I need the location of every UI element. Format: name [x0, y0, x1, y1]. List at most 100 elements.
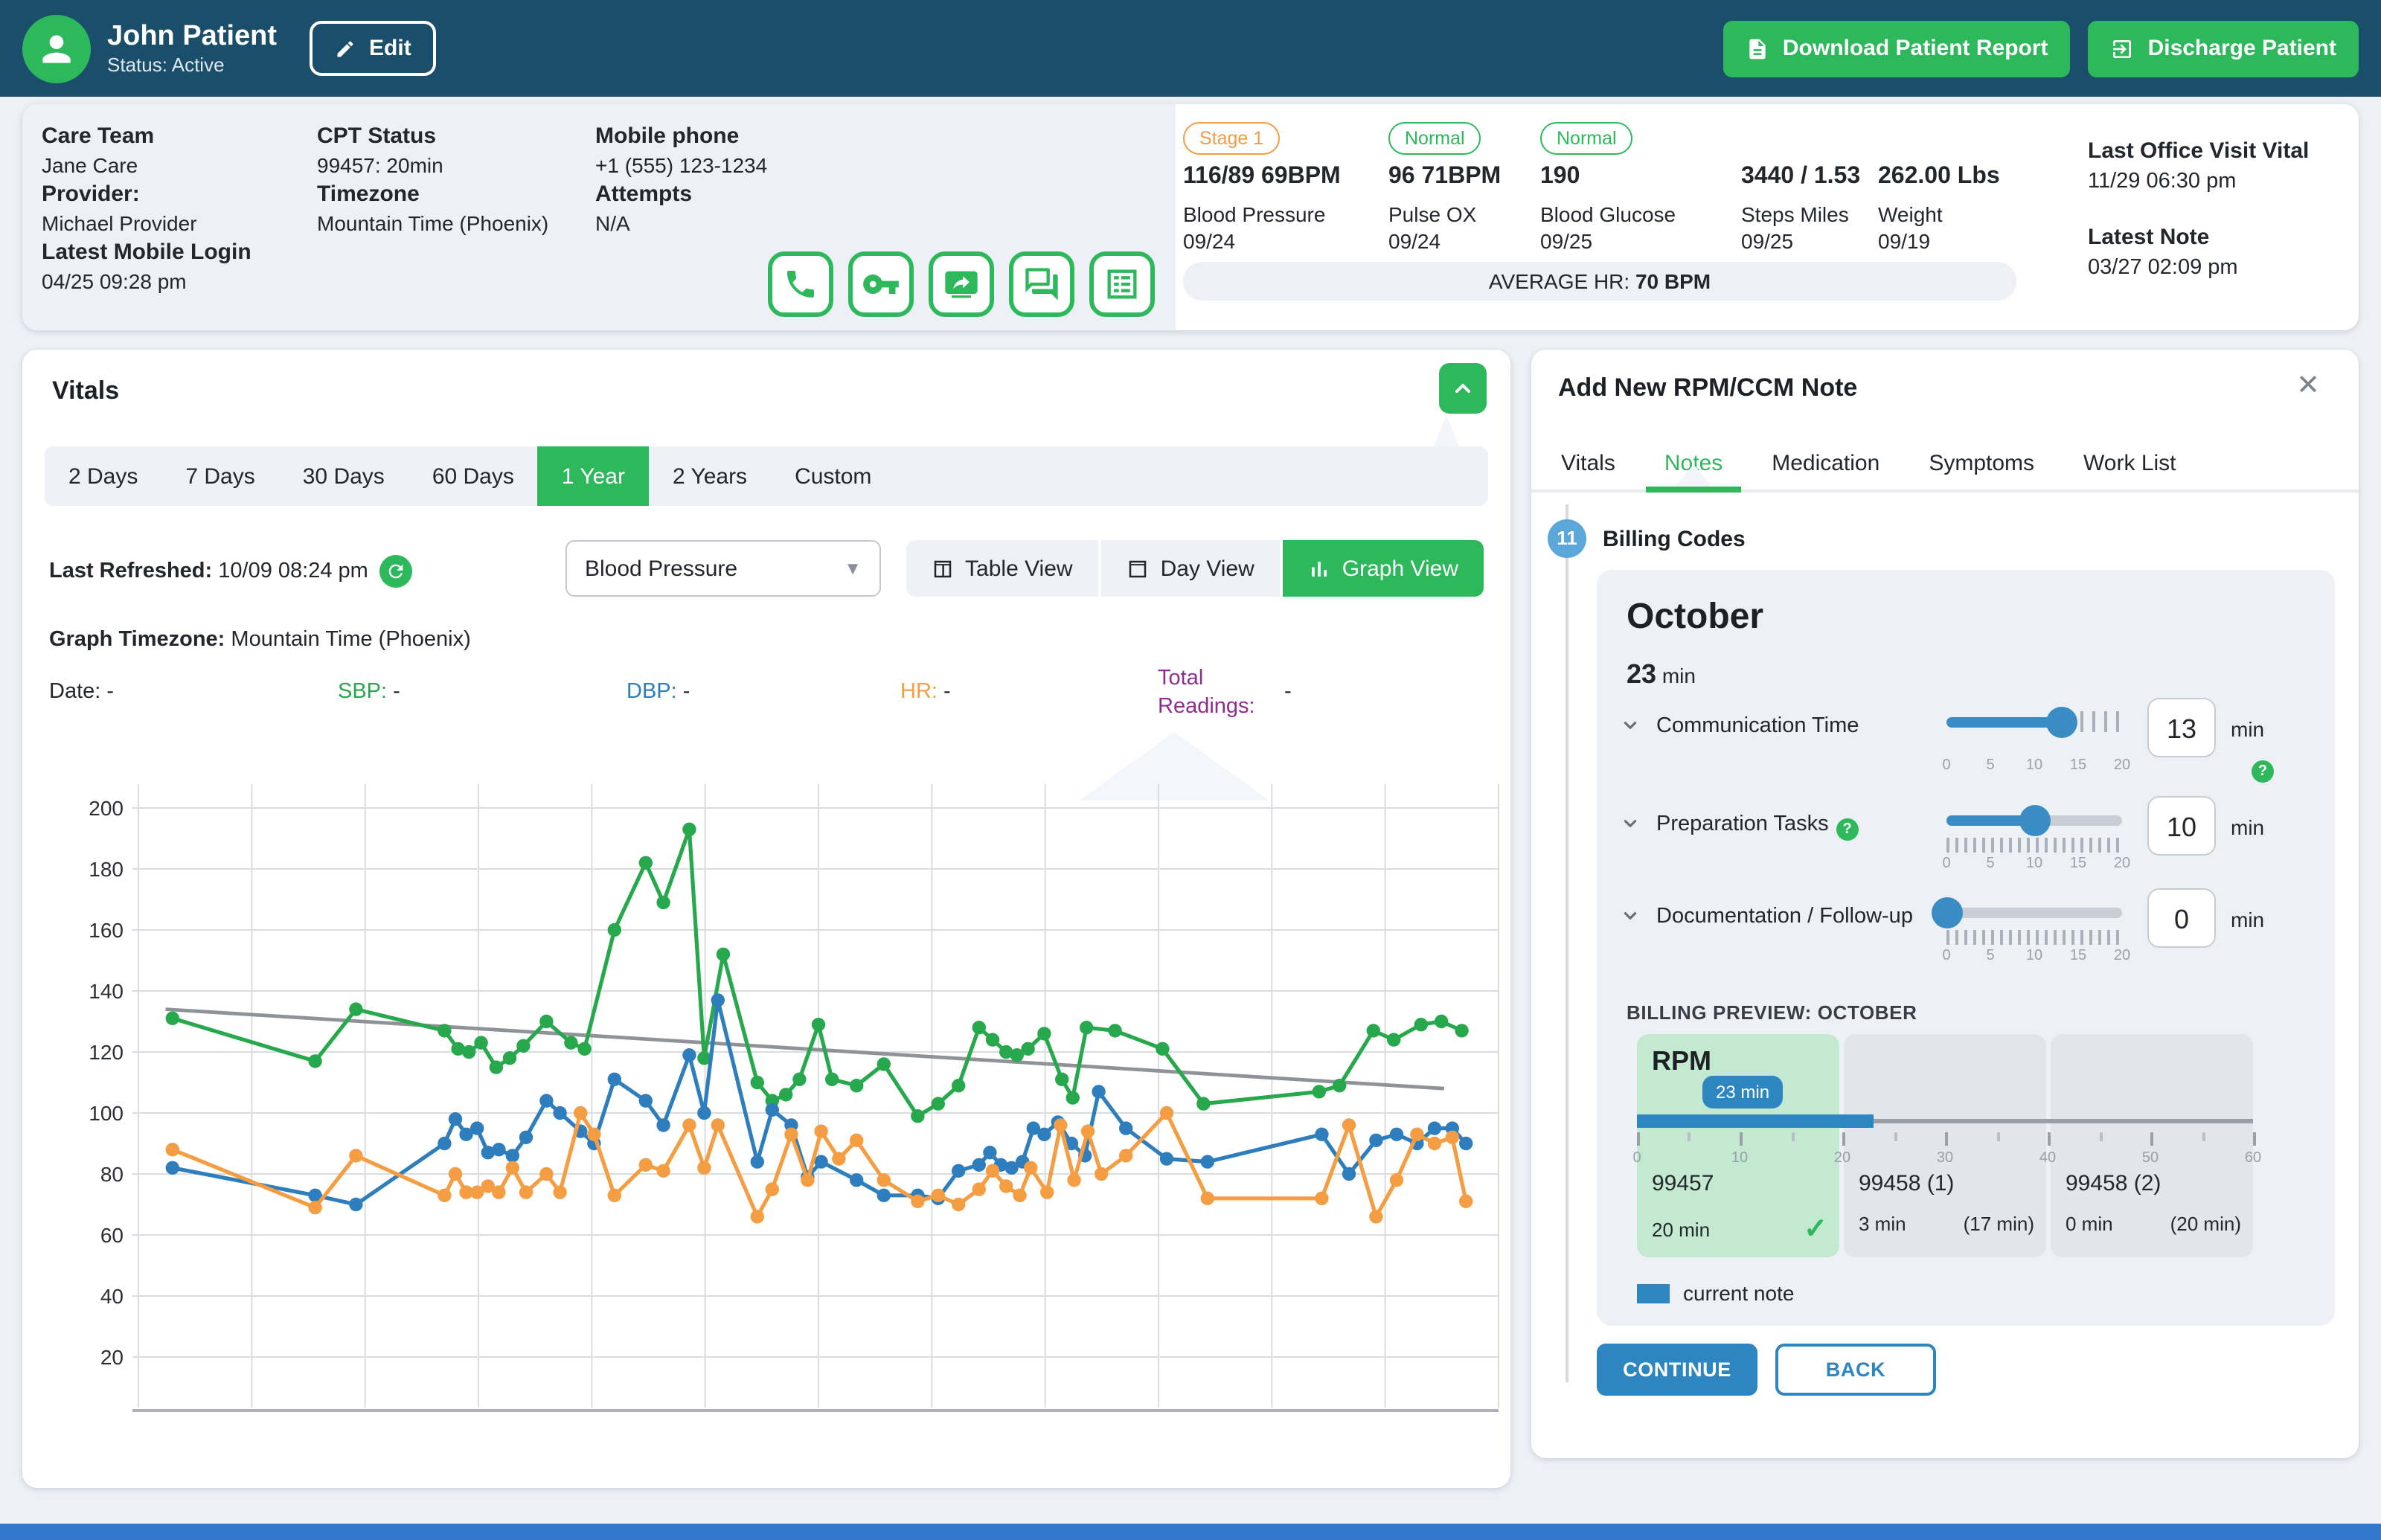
graph-view-label: Graph View [1342, 556, 1458, 581]
continue-button[interactable]: CONTINUE [1597, 1344, 1757, 1396]
table-view-button[interactable]: Table View [906, 540, 1098, 597]
mobile-phone-value: +1 (555) 123-1234 [595, 151, 767, 180]
care-team-column: Care Team Jane Care Provider: Michael Pr… [42, 122, 251, 296]
tab-work-list[interactable]: Work List [2083, 436, 2176, 490]
communication-time-slider[interactable]: 05101520 [1946, 707, 2122, 775]
vitals-summary-section: Stage 1 116/89 69BPM Blood Pressure 09/2… [1176, 104, 2359, 330]
refresh-icon [386, 561, 407, 582]
current-note-legend: current note [1637, 1281, 1794, 1305]
preparation-tasks-label: Preparation Tasks? [1656, 812, 1859, 841]
table-icon [931, 557, 953, 580]
documentation-followup-slider[interactable]: 05101520 [1946, 897, 2122, 966]
range-tab-30-days[interactable]: 30 Days [279, 446, 408, 506]
refresh-button[interactable] [380, 555, 413, 588]
slider-handle[interactable] [1932, 897, 1963, 928]
chevron-up-icon [1451, 376, 1475, 400]
download-report-label: Download Patient Report [1783, 36, 2048, 61]
stat-date: 09/19 [1878, 229, 2000, 253]
chat-button[interactable] [1009, 251, 1074, 317]
day-view-button[interactable]: Day View [1101, 540, 1280, 597]
documentation-followup-value[interactable]: 0 [2147, 888, 2216, 948]
provider-label: Provider: [42, 180, 251, 209]
attempts-label: Attempts [595, 180, 767, 209]
billing-code: 99458 (1) [1859, 1171, 1954, 1196]
help-icon[interactable]: ? [2252, 760, 2274, 783]
footer-accent-bar [0, 1524, 2381, 1540]
chevron-down-icon[interactable] [1621, 716, 1640, 735]
tab-vitals[interactable]: Vitals [1561, 436, 1615, 490]
communication-time-label: Communication Time [1656, 714, 1859, 738]
chevron-down-icon[interactable] [1621, 814, 1640, 833]
close-icon[interactable]: ✕ [2287, 368, 2329, 405]
preparation-tasks-value[interactable]: 10 [2147, 796, 2216, 856]
slider-scale: 05101520 [1946, 856, 2122, 873]
tab-symptoms[interactable]: Symptoms [1929, 436, 2034, 490]
range-tab-1-year[interactable]: 1 Year [538, 446, 649, 506]
range-tab-2-days[interactable]: 2 Days [45, 446, 161, 506]
table-view-label: Table View [965, 556, 1073, 581]
range-tab-60-days[interactable]: 60 Days [408, 446, 538, 506]
chevron-down-icon[interactable] [1621, 906, 1640, 925]
blood-pressure-chart[interactable]: 20018016014012010080604020 [82, 751, 1510, 1436]
range-tab-7-days[interactable]: 7 Days [161, 446, 278, 506]
collapse-vitals-button[interactable] [1439, 363, 1487, 414]
call-button[interactable] [768, 251, 833, 317]
tab-notes[interactable]: Notes [1664, 436, 1723, 490]
stat-label: Blood Pressure [1183, 202, 1341, 226]
step-timeline [1566, 504, 1568, 1382]
documentation-followup-row: Documentation / Follow-up 05101520 0 min [1621, 897, 2314, 989]
billing-month-total: 23 min [1627, 659, 1696, 690]
mobile-phone-label: Mobile phone [595, 122, 767, 151]
help-icon[interactable]: ? [1836, 818, 1859, 841]
step-label: Billing Codes [1603, 527, 1746, 552]
key-icon [862, 265, 900, 304]
current-minutes-pill: 23 min [1702, 1076, 1783, 1109]
cpt-status-value: 99457: 20min [317, 151, 548, 180]
notes-list-button[interactable] [1089, 251, 1155, 317]
day-view-label: Day View [1161, 556, 1254, 581]
average-hr-value: 70 BPM [1635, 269, 1711, 293]
tab-medication[interactable]: Medication [1772, 436, 1880, 490]
svg-text:160: 160 [89, 919, 124, 942]
latest-note-label: Latest Note [2088, 223, 2309, 253]
step-number-badge: 11 [1548, 519, 1586, 558]
range-tab-2-years[interactable]: 2 Years [649, 446, 771, 506]
notes-list-icon [1103, 265, 1141, 304]
download-patient-report-button[interactable]: Download Patient Report [1723, 20, 2071, 77]
stat-pulse-ox: Normal 96 71BPM Pulse OX 09/24 [1388, 122, 1501, 253]
screen-share-button[interactable] [929, 251, 994, 317]
hover-hr: HR: - [900, 680, 951, 704]
document-icon [1746, 36, 1769, 60]
svg-text:20: 20 [100, 1346, 124, 1369]
slider-handle[interactable] [2019, 805, 2051, 836]
stat-blood-pressure: Stage 1 116/89 69BPM Blood Pressure 09/2… [1183, 122, 1341, 253]
metric-select[interactable]: Blood Pressure ▼ [565, 540, 881, 597]
stat-date: 09/25 [1540, 229, 1676, 253]
view-toggle-group: Table View Day View Graph View [903, 540, 1484, 597]
preparation-tasks-row: Preparation Tasks? 05101520 10 min [1621, 805, 2314, 897]
stat-label: Blood Glucose [1540, 202, 1676, 226]
bar-chart-icon [1308, 557, 1330, 580]
stat-weight: 262.00 Lbs Weight 09/19 [1878, 122, 2000, 253]
range-tab-custom[interactable]: Custom [771, 446, 895, 506]
last-refreshed-value: 10/09 08:24 pm [218, 559, 368, 583]
billing-code: 99457 [1652, 1171, 1714, 1196]
communication-time-value[interactable]: 13 [2147, 698, 2216, 757]
average-hr-label: AVERAGE HR: [1489, 269, 1629, 293]
billing-preview-heading: BILLING PREVIEW: OCTOBER [1627, 1001, 1917, 1024]
billing-preview: RPM 23 min 99457 20 min ✓ 99458 (1) 3 mi… [1637, 1034, 2253, 1257]
graph-view-button[interactable]: Graph View [1283, 540, 1484, 597]
hover-total-value: - [1284, 680, 1292, 704]
svg-text:120: 120 [89, 1041, 124, 1064]
back-button[interactable]: BACK [1775, 1344, 1936, 1396]
edit-patient-button[interactable]: Edit [310, 21, 437, 76]
average-hr-bar: AVERAGE HR: 70 BPM [1183, 262, 2016, 301]
discharge-patient-button[interactable]: Discharge Patient [2089, 20, 2359, 77]
stat-value: 96 71BPM [1388, 164, 1501, 190]
preparation-tasks-slider[interactable]: 05101520 [1946, 805, 2122, 873]
patient-identity: John Patient Status: Active [107, 20, 277, 77]
care-team-section: Care Team Jane Care Provider: Michael Pr… [22, 104, 1176, 330]
slider-handle[interactable] [2045, 707, 2077, 738]
access-key-button[interactable] [848, 251, 914, 317]
hover-dbp: DBP: - [627, 680, 690, 704]
